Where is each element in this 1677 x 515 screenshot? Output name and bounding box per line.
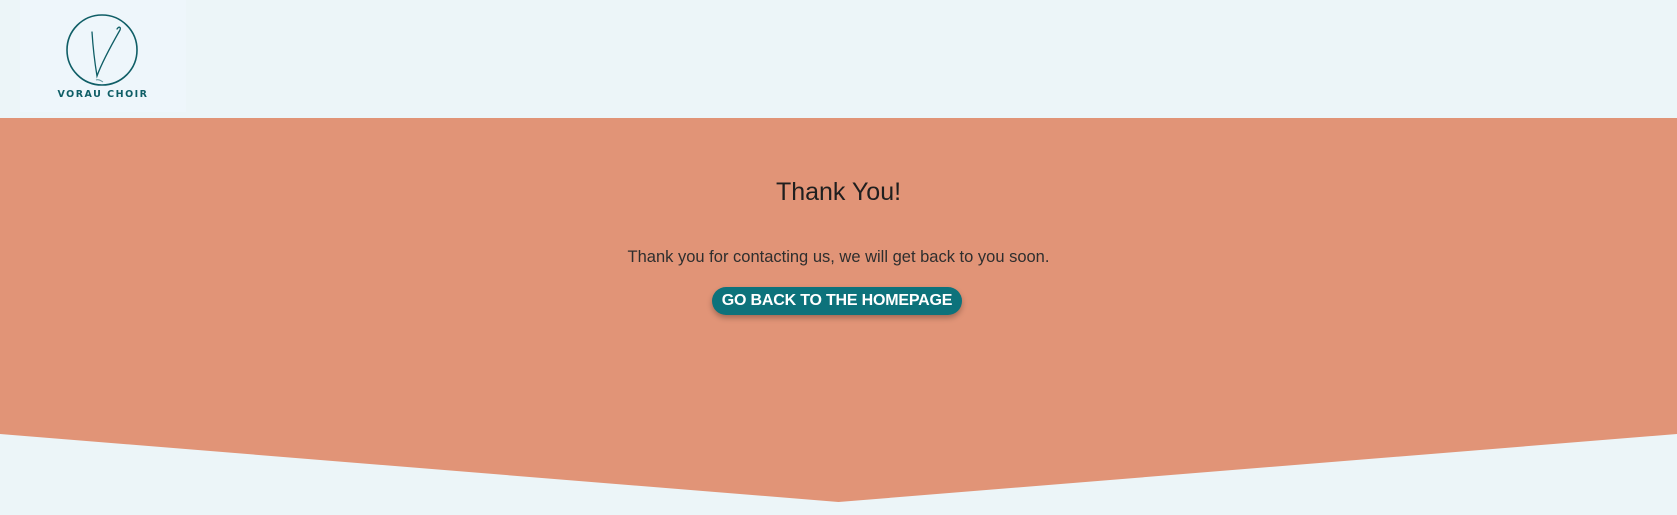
go-back-homepage-button[interactable]: GO BACK TO THE HOMEPAGE — [712, 287, 962, 315]
site-header: VORAU CHOIR — [0, 0, 1677, 118]
confirmation-message: Thank you for contacting us, we will get… — [627, 248, 1050, 266]
thank-you-section: Thank You! Thank you for contacting us, … — [0, 118, 1677, 502]
v-monogram-circle-icon — [66, 14, 138, 86]
site-logo[interactable]: VORAU CHOIR — [20, 0, 186, 112]
page-title: Thank You! — [775, 178, 902, 206]
logo-text: VORAU CHOIR — [57, 89, 149, 100]
